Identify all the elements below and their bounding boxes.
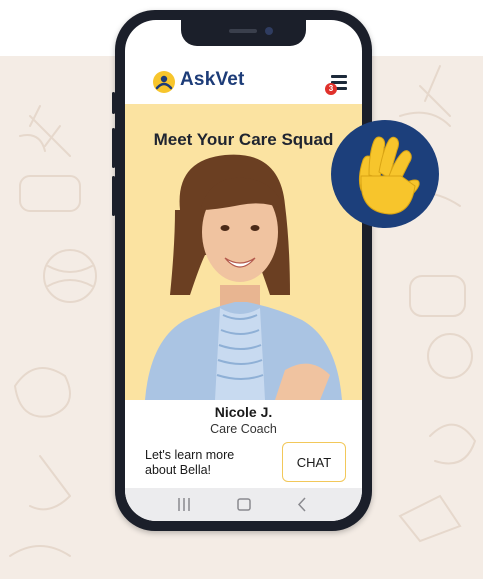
phone-mockup: AskVet 3 Meet Your Care Squad Nicole J. … <box>112 10 372 531</box>
nav-recents-icon[interactable] <box>177 496 191 513</box>
wave-badge <box>331 120 439 228</box>
phone-camera <box>265 27 273 35</box>
askvet-logo-icon <box>153 71 175 93</box>
brand-name: AskVet <box>180 69 245 90</box>
nav-home-icon[interactable] <box>236 496 252 513</box>
notification-badge: 3 <box>325 83 337 95</box>
app-header: AskVet 3 <box>125 62 362 104</box>
care-squad-title: Meet Your Care Squad <box>153 130 334 149</box>
phone-screen: AskVet 3 Meet Your Care Squad Nicole J. … <box>125 20 362 521</box>
chat-prompt-text: Let's learn more about Bella! <box>145 448 235 477</box>
phone-volume-down <box>112 176 115 216</box>
coach-name: Nicole J. <box>214 404 273 420</box>
android-nav-bar <box>125 488 362 521</box>
phone-notch <box>181 20 306 46</box>
phone-volume-up <box>112 128 115 168</box>
phone-side-button <box>112 92 115 114</box>
menu-button[interactable]: 3 <box>325 73 351 95</box>
nav-back-icon[interactable] <box>295 496 309 513</box>
wave-hand-icon <box>358 136 420 215</box>
coach-role: Care Coach <box>210 422 277 436</box>
care-coach-photo <box>145 154 342 400</box>
chat-button[interactable]: CHAT <box>282 442 346 482</box>
phone-speaker <box>229 29 257 33</box>
